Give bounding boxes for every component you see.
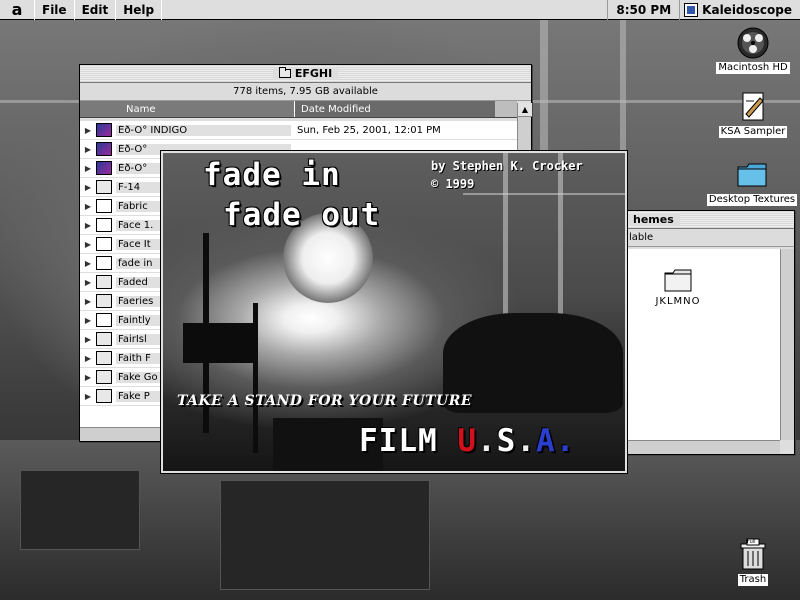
splash-beam — [463, 193, 625, 195]
finder-window-titlebar[interactable]: EFGHI — [80, 65, 531, 83]
folder-icon — [278, 67, 291, 78]
brand-dot: . — [555, 423, 576, 459]
color-doc-icon — [96, 161, 112, 175]
splash-copyright: © 1999 — [431, 177, 475, 191]
column-header-name[interactable]: Name — [80, 101, 295, 117]
desktop-icon-label: Macintosh HD — [716, 62, 790, 74]
desktop-icon-macintosh-hd[interactable]: Macintosh HD — [710, 26, 796, 74]
splash-brand: FILM U.S.A. — [359, 423, 575, 459]
backdrop-crate — [220, 480, 430, 590]
file-list-row[interactable]: ▶ Éð-Ö° INDIGO Sun, Feb 25, 2001, 12:01 PM — [80, 121, 517, 140]
brand-dot: . — [477, 423, 497, 459]
app-icon — [96, 199, 112, 213]
app-icon — [96, 256, 112, 270]
disclosure-triangle-icon[interactable]: ▶ — [80, 259, 96, 268]
menu-separator — [161, 0, 163, 20]
desktop-icon-label: Trash — [737, 574, 769, 586]
disclosure-triangle-icon[interactable]: ▶ — [80, 316, 96, 325]
disclosure-triangle-icon[interactable]: ▶ — [80, 297, 96, 306]
application-menu[interactable]: Kaleidoscope — [679, 0, 800, 20]
menu-help[interactable]: Help — [116, 0, 161, 20]
disclosure-triangle-icon[interactable]: ▶ — [80, 335, 96, 344]
brand-dot: . — [516, 423, 537, 459]
folder-icon — [96, 180, 112, 194]
menu-file[interactable]: File — [35, 0, 74, 20]
themes-window-title: hemes — [627, 213, 680, 226]
brand-film: FILM — [359, 423, 438, 459]
disclosure-triangle-icon[interactable]: ▶ — [80, 221, 96, 230]
menu-edit[interactable]: Edit — [75, 0, 116, 20]
apple-menu-icon[interactable]: a — [0, 0, 34, 20]
folder-icon — [96, 351, 112, 365]
brand-s: S — [496, 423, 517, 459]
brand-u: U — [457, 423, 477, 459]
desktop-icon-desktop-textures[interactable]: Desktop Textures — [706, 158, 798, 206]
desktop-icon-label: Desktop Textures — [706, 194, 798, 206]
folder-icon — [96, 370, 112, 384]
disclosure-triangle-icon[interactable]: ▶ — [80, 240, 96, 249]
splash-light-stand — [253, 303, 258, 453]
app-icon — [96, 218, 112, 232]
folder-icon — [96, 275, 112, 289]
brand-a: A — [536, 423, 556, 459]
splash-title-line2: fade out — [223, 197, 381, 233]
splash-screen[interactable]: fade in fade out by Stephen K. Crocker ©… — [161, 151, 627, 473]
trash-full-badge: Full — [747, 539, 756, 545]
folder-icon — [96, 332, 112, 346]
folder-icon — [96, 389, 112, 403]
file-date-modified: Sun, Feb 25, 2001, 12:01 PM — [297, 124, 441, 136]
menu-bar: a File Edit Help 8:50 PM Kaleidoscope — [0, 0, 800, 20]
disclosure-triangle-icon[interactable]: ▶ — [80, 183, 96, 192]
color-doc-icon — [96, 142, 112, 156]
file-name: Éð-Ö° INDIGO — [116, 124, 291, 136]
disclosure-triangle-icon[interactable]: ▶ — [80, 202, 96, 211]
kaleidoscope-app-icon — [684, 2, 699, 17]
splash-camera-rig — [183, 323, 253, 363]
app-icon — [96, 237, 112, 251]
disclosure-triangle-icon[interactable]: ▶ — [80, 126, 96, 135]
splash-byline: by Stephen K. Crocker — [431, 159, 583, 173]
column-header-row: Name Date Modified — [80, 101, 517, 118]
backdrop-crate — [20, 470, 140, 550]
document-icon — [96, 313, 112, 327]
color-doc-icon — [96, 123, 112, 137]
disclosure-triangle-icon[interactable]: ▶ — [80, 392, 96, 401]
trash-icon: Full — [736, 538, 770, 572]
finder-window-title: EFGHI — [294, 67, 333, 80]
menubar-clock[interactable]: 8:50 PM — [607, 0, 679, 20]
hard-drive-icon — [736, 26, 770, 60]
desktop-icon-ksa-sampler[interactable]: KSA Sampler — [710, 90, 796, 138]
splash-title-line1: fade in — [203, 157, 341, 193]
active-app-name: Kaleidoscope — [702, 2, 792, 17]
folder-label: JKLMNO — [655, 296, 701, 307]
column-header-date[interactable]: Date Modified — [295, 101, 495, 117]
vertical-scrollbar[interactable] — [780, 249, 794, 440]
document-icon — [736, 90, 770, 124]
folder-item-jklmno[interactable]: JKLMNO — [643, 267, 713, 307]
folder-icon — [664, 269, 692, 292]
disclosure-triangle-icon[interactable]: ▶ — [80, 278, 96, 287]
scroll-up-arrow-icon[interactable]: ▲ — [518, 103, 532, 117]
finder-window-info: 778 items, 7.95 GB available — [80, 83, 531, 101]
disclosure-triangle-icon[interactable]: ▶ — [80, 145, 96, 154]
desktop-icon-trash[interactable]: Full Trash — [710, 538, 796, 586]
folder-icon — [735, 158, 769, 192]
folder-icon — [96, 294, 112, 308]
disclosure-triangle-icon[interactable]: ▶ — [80, 354, 96, 363]
disclosure-triangle-icon[interactable]: ▶ — [80, 164, 96, 173]
disclosure-triangle-icon[interactable]: ▶ — [80, 373, 96, 382]
desktop-icon-label: KSA Sampler — [718, 126, 788, 138]
finder-window-title-group: EFGHI — [272, 67, 339, 80]
splash-tagline: TAKE A STAND FOR YOUR FUTURE — [177, 393, 473, 409]
